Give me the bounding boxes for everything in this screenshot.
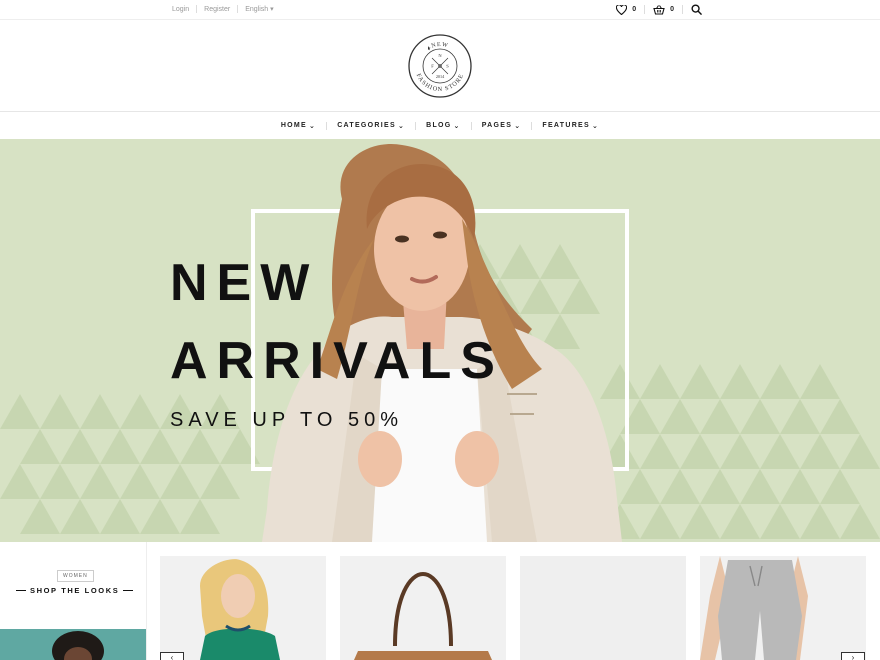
- chevron-right-icon: ›: [851, 653, 855, 660]
- shop-looks-label: SHOP THE LOOKS: [30, 586, 120, 595]
- cart-button[interactable]: 0: [653, 4, 674, 15]
- wishlist-button[interactable]: 0: [616, 4, 637, 15]
- divider: [682, 5, 683, 14]
- nav-label: HOME: [280, 122, 308, 129]
- product-image: [700, 556, 866, 660]
- chevron-down-icon: ⌄: [453, 122, 461, 130]
- category-badge[interactable]: WOMEN: [57, 570, 94, 582]
- product-image: [340, 556, 506, 660]
- dash-decoration: [16, 590, 26, 591]
- chevron-down-icon: ⌄: [397, 122, 406, 130]
- nav-label: PAGES: [481, 122, 513, 129]
- main-nav: HOME ⌄ CATEGORIES ⌄ BLOG ⌄ PAGES ⌄ FEATURES ⌄: [0, 112, 880, 139]
- product-image: [160, 556, 326, 660]
- language-label: English: [245, 6, 269, 13]
- nav-label: CATEGORIES: [337, 122, 396, 129]
- login-link[interactable]: Login: [172, 6, 189, 13]
- store-logo[interactable]: NEW FASHION STORE N F S 2014: [408, 34, 472, 98]
- chevron-down-icon: ⌄: [592, 122, 600, 130]
- carousel-next-button[interactable]: ›: [841, 652, 865, 660]
- nav-item-home[interactable]: HOME ⌄: [281, 122, 316, 130]
- product-card[interactable]: [520, 556, 686, 660]
- hero-title-line2: ARRIVALS: [170, 332, 504, 390]
- search-icon: [691, 4, 702, 15]
- divider: [644, 5, 646, 14]
- hero-banner[interactable]: NEW ARRIVALS SAVE UP TO 50%: [0, 139, 880, 542]
- product-card[interactable]: [340, 556, 506, 660]
- nav-label: BLOG: [426, 122, 452, 129]
- product-card[interactable]: ‹: [160, 556, 326, 660]
- account-links: Login Register English ▾: [172, 5, 274, 13]
- cart-count: 0: [670, 6, 674, 13]
- product-card[interactable]: ›: [700, 556, 866, 660]
- divider: [326, 121, 328, 130]
- look-model-image: [52, 631, 104, 660]
- nav-item-blog[interactable]: BLOG ⌄: [426, 122, 461, 130]
- shop-looks-title: SHOP THE LOOKS: [16, 586, 134, 595]
- logo-area: NEW FASHION STORE N F S 2014: [0, 20, 880, 112]
- dash-decoration: [123, 590, 134, 591]
- look-image[interactable]: [0, 629, 146, 660]
- logo-year: 2014: [436, 74, 445, 79]
- register-link[interactable]: Register: [204, 6, 230, 13]
- chevron-down-icon: ⌄: [309, 122, 317, 130]
- chevron-down-icon: ▾: [270, 6, 274, 13]
- carousel-prev-button[interactable]: ‹: [160, 652, 184, 660]
- divider: [415, 121, 417, 130]
- nav-item-categories[interactable]: CATEGORIES ⌄: [337, 122, 405, 130]
- search-button[interactable]: [691, 4, 702, 15]
- divider: [470, 121, 472, 130]
- divider: [237, 5, 239, 13]
- chevron-down-icon: ⌄: [514, 122, 522, 130]
- divider: [196, 5, 198, 13]
- nav-item-pages[interactable]: PAGES ⌄: [482, 122, 522, 130]
- top-bar: Login Register English ▾ 0 0: [0, 0, 880, 20]
- chevron-left-icon: ‹: [170, 653, 174, 660]
- heart-icon: [616, 4, 628, 15]
- wishlist-count: 0: [632, 6, 637, 13]
- product-image: [520, 556, 686, 660]
- shop-looks-panel: WOMEN SHOP THE LOOKS: [0, 542, 147, 660]
- hero-subtitle: SAVE UP TO 50%: [170, 409, 404, 431]
- hero-title-line1: NEW: [170, 254, 319, 312]
- featured-section: WOMEN SHOP THE LOOKS ‹ ›: [0, 542, 880, 660]
- language-select[interactable]: English ▾: [245, 5, 273, 13]
- nav-label: FEATURES: [542, 122, 590, 129]
- nav-item-features[interactable]: FEATURES ⌄: [542, 122, 599, 130]
- basket-icon: [653, 4, 665, 15]
- header-actions: 0 0: [616, 4, 702, 15]
- divider: [531, 121, 533, 130]
